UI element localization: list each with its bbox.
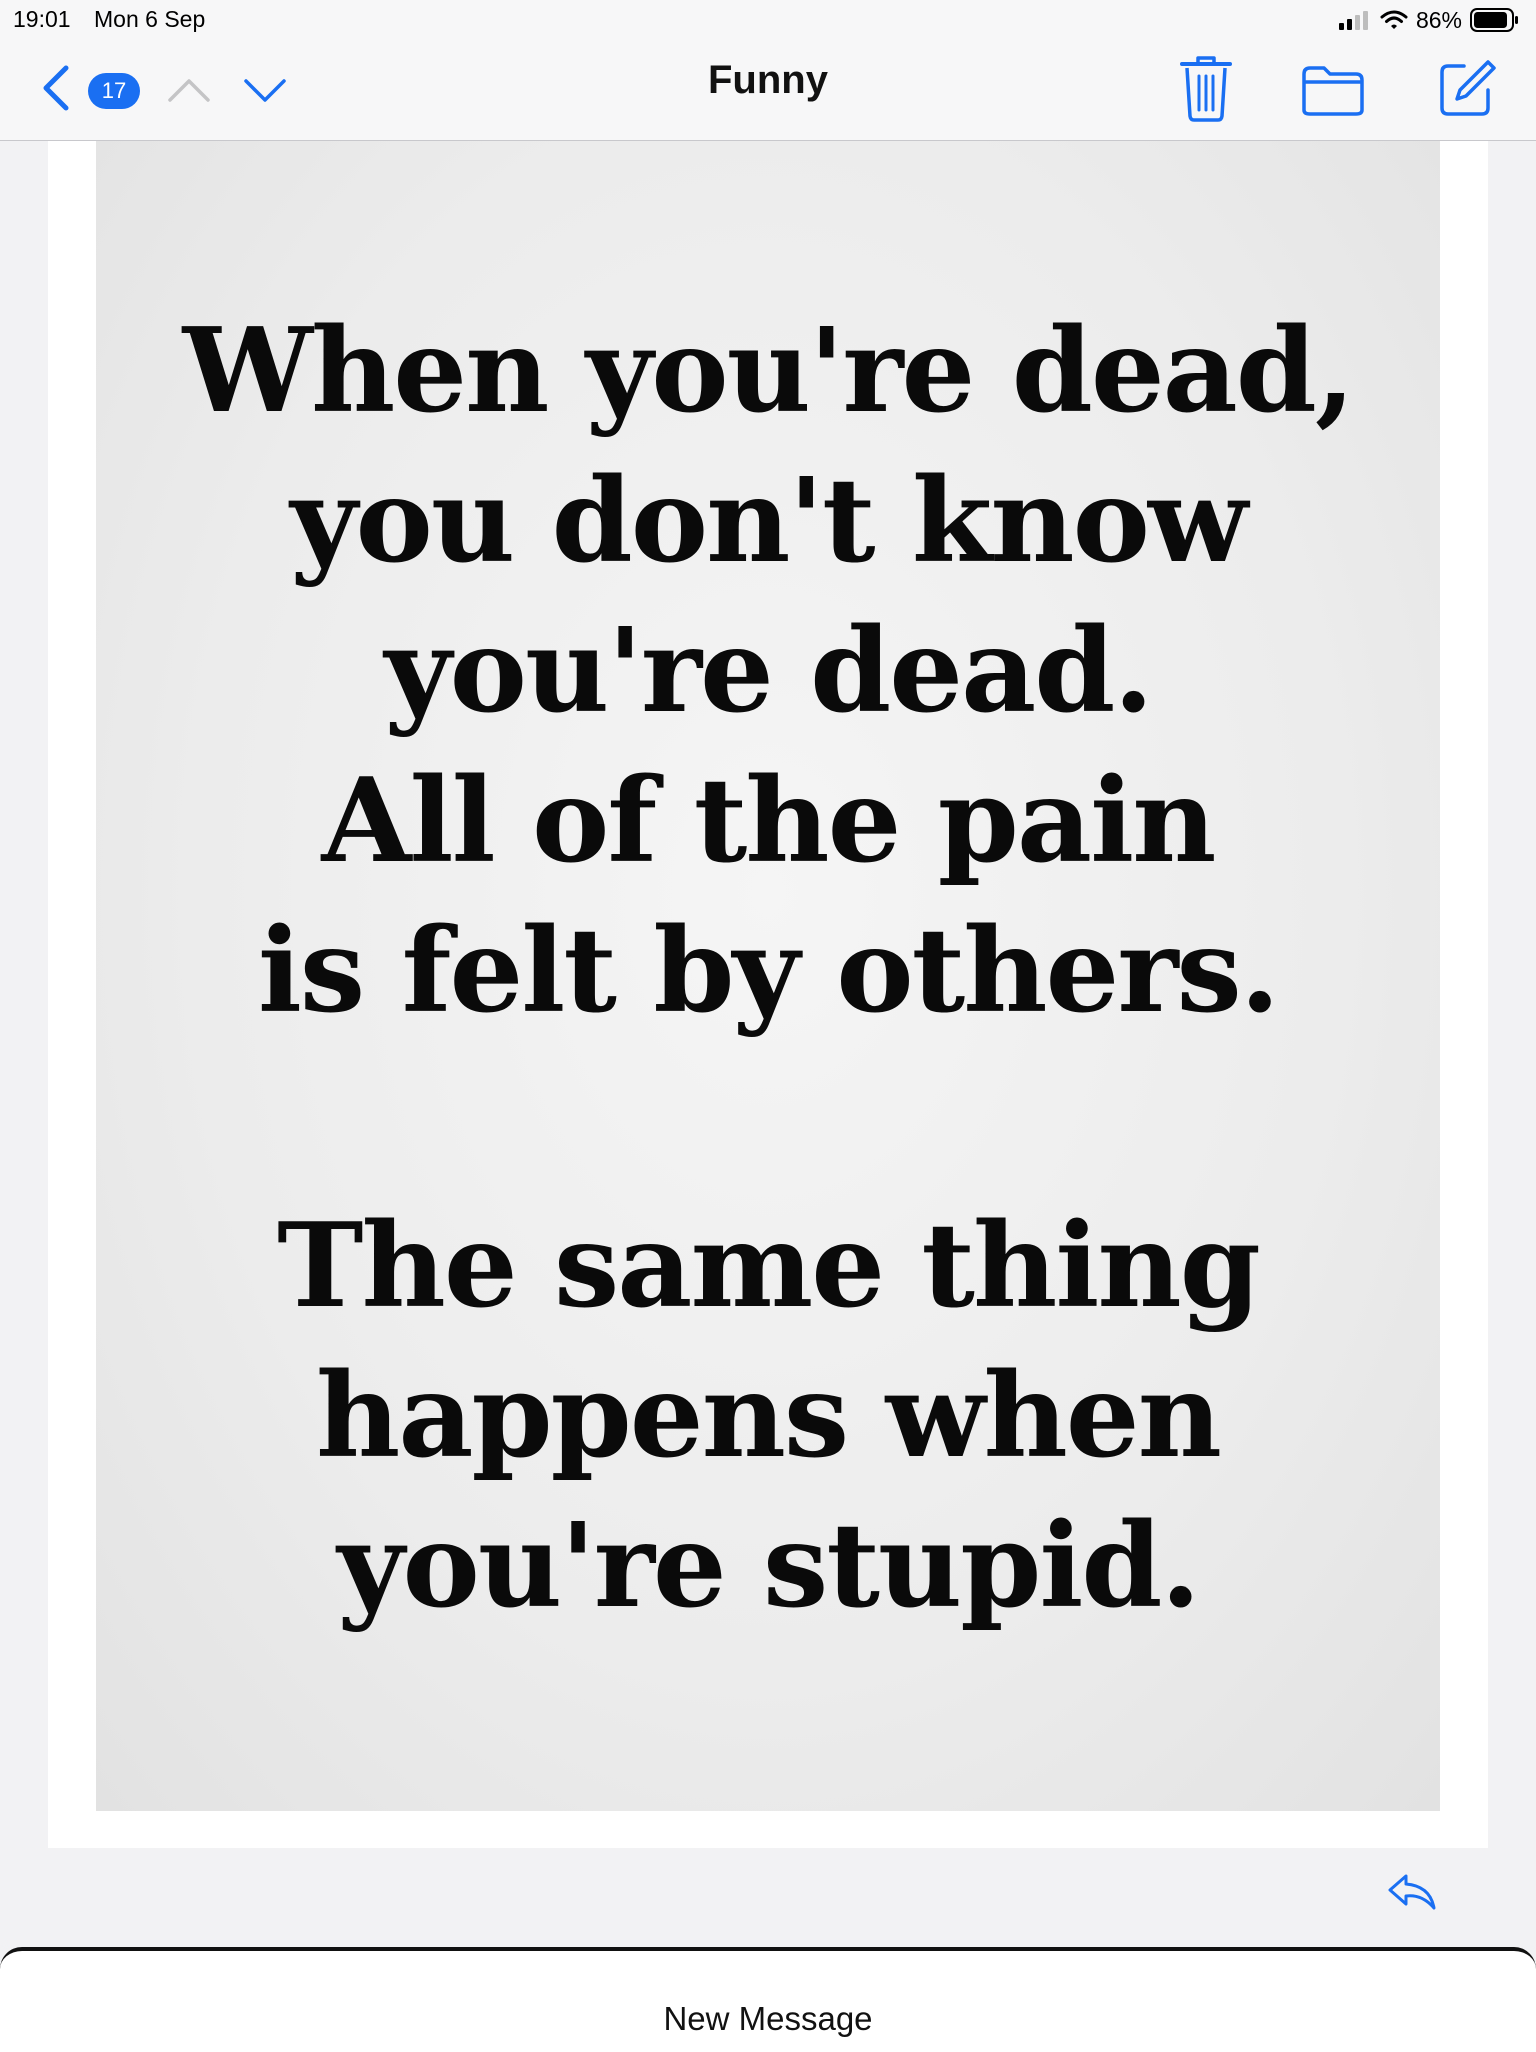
status-bar: 19:01 Mon 6 Sep 86% — [0, 0, 1536, 40]
status-time: 19:01 — [13, 6, 71, 32]
signal-icon — [1338, 11, 1368, 30]
up-chevron-icon[interactable] — [166, 70, 212, 110]
battery-icon — [1470, 8, 1518, 32]
trash-icon[interactable] — [1178, 54, 1234, 122]
status-date: Mon 6 Sep — [94, 6, 206, 32]
message-image-quote: When you're dead, you don't know you're … — [96, 141, 1440, 1811]
quote-line: The same thing — [277, 1198, 1261, 1334]
back-chevron-icon[interactable] — [36, 64, 76, 112]
quote-part-2: The same thing happens when you're stupi… — [96, 1191, 1440, 1641]
message-footer — [48, 1848, 1488, 1938]
quote-line: you're stupid. — [337, 1498, 1201, 1634]
unread-count-badge[interactable]: 17 — [88, 73, 140, 109]
mail-nav-bar: 17 Funny — [0, 40, 1536, 141]
quote-line: happens when — [316, 1348, 1222, 1484]
status-indicators: 86% — [1338, 7, 1520, 33]
compose-icon[interactable] — [1434, 56, 1498, 120]
down-chevron-icon[interactable] — [242, 70, 288, 110]
quote-line: When you're dead, — [182, 303, 1356, 439]
quote-line: All of the pain — [321, 753, 1217, 889]
quote-part-1: When you're dead, you don't know you're … — [96, 296, 1440, 1046]
battery-percent: 86% — [1415, 6, 1462, 33]
new-message-button[interactable]: New Message — [0, 2000, 1536, 2038]
quote-line: you don't know — [290, 453, 1248, 589]
folder-icon[interactable] — [1300, 64, 1366, 118]
quote-line: is felt by others. — [257, 903, 1280, 1039]
wifi-icon — [1380, 10, 1408, 29]
quote-line: you're dead. — [384, 603, 1154, 739]
reply-icon[interactable] — [1384, 1868, 1440, 1916]
